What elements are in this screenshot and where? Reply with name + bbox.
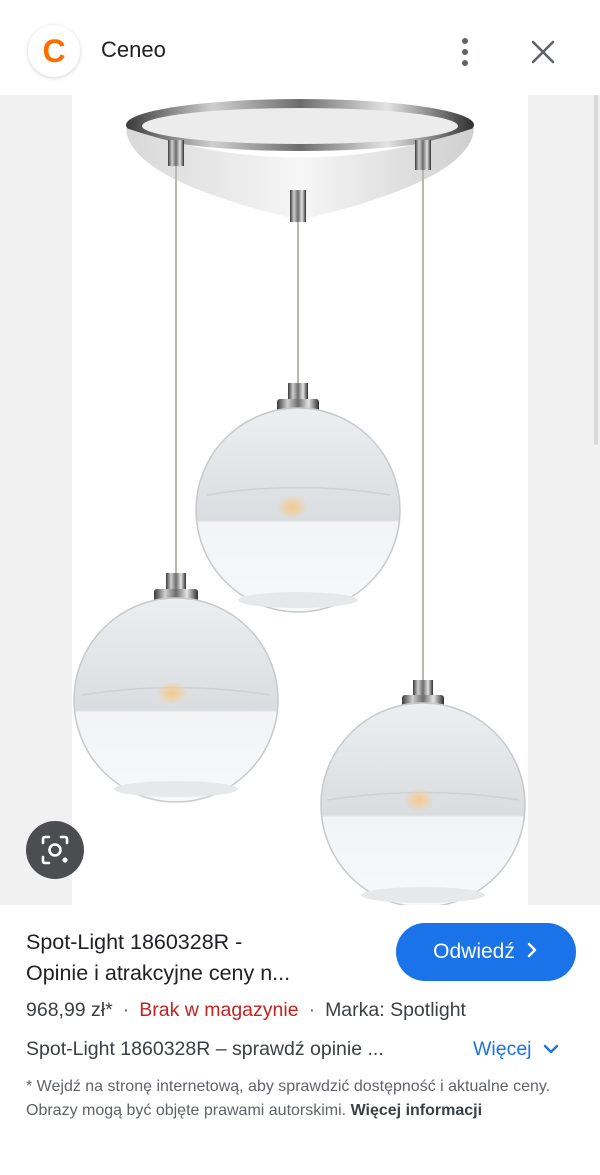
more-button-label: Więcej <box>473 1038 532 1060</box>
image-backdrop-right <box>528 95 600 905</box>
more-button[interactable]: Więcej <box>473 1038 559 1061</box>
result-title[interactable]: Spot-Light 1860328R - Opinie i atrakcyjn… <box>26 927 371 989</box>
image-backdrop-left <box>0 95 72 905</box>
lens-search-icon[interactable] <box>26 821 84 879</box>
product-image[interactable] <box>72 95 528 908</box>
close-icon[interactable] <box>523 32 563 72</box>
chevron-down-icon <box>543 1038 559 1061</box>
result-info: Spot-Light 1860328R - Opinie i atrakcyjn… <box>0 905 600 1175</box>
visit-button-label: Odwiedź <box>433 940 515 963</box>
site-name: Ceneo <box>101 37 166 62</box>
result-title-line1: Spot-Light 1860328R - <box>26 930 243 954</box>
result-meta: 968,99 zł* · Brak w magazynie · Marka: Spotl… <box>26 999 466 1022</box>
chevron-right-icon <box>525 941 539 963</box>
separator-dot: · <box>308 999 316 1021</box>
result-title-line2: Opinie i atrakcyjne ceny n... <box>26 961 291 985</box>
stock-status: Brak w magazynie <box>139 999 299 1021</box>
visit-button[interactable]: Odwiedź <box>396 923 576 981</box>
image-scrollbar[interactable] <box>594 95 598 445</box>
svg-text:C: C <box>42 33 65 69</box>
ceneo-logo[interactable]: C <box>28 25 80 77</box>
price: 968,99 zł* <box>26 999 113 1021</box>
header: C Ceneo <box>0 0 600 95</box>
result-description: Spot-Light 1860328R – sprawdź opinie ... <box>26 1038 384 1060</box>
ceneo-logo-icon: C <box>42 33 65 69</box>
separator-dot: · <box>122 999 130 1021</box>
more-vert-icon[interactable] <box>448 30 482 74</box>
product-image-area[interactable] <box>0 95 600 908</box>
more-info-link[interactable]: Więcej informacji <box>351 1102 482 1119</box>
brand: Marka: Spotlight <box>325 999 466 1021</box>
disclaimer: * Wejdź na stronę internetową, aby spraw… <box>26 1075 566 1123</box>
